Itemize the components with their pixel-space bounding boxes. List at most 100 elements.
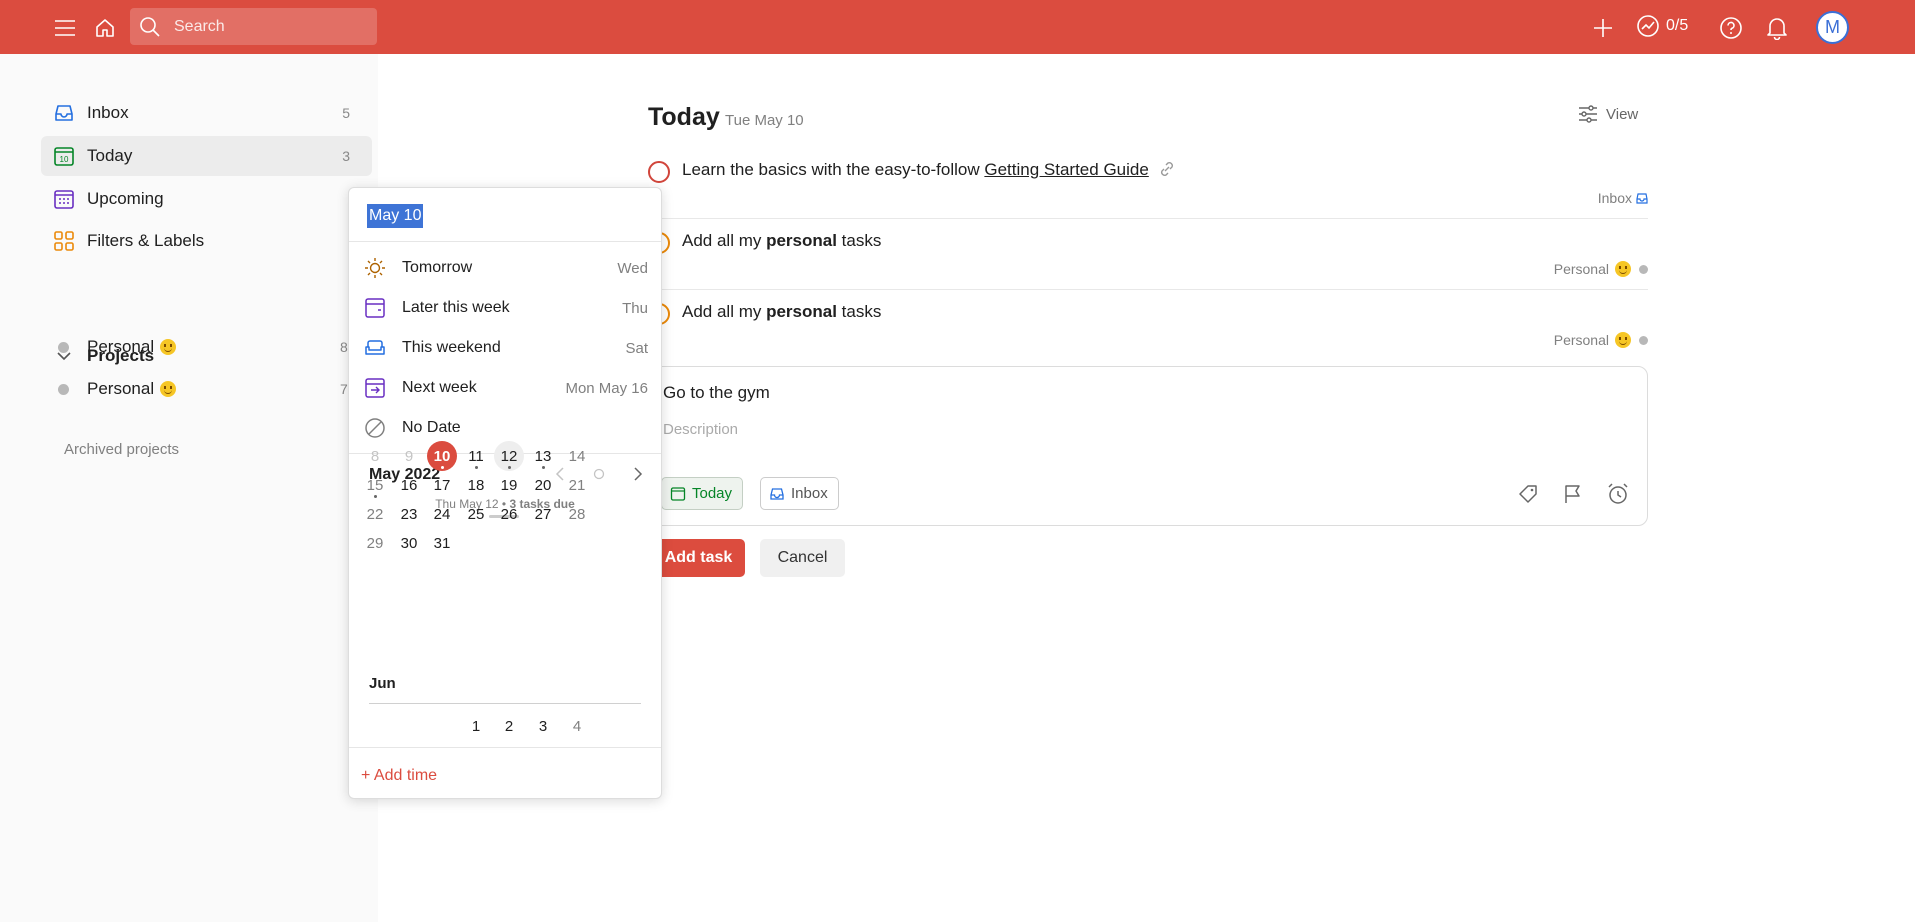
- page-date: Tue May 10: [725, 112, 804, 129]
- project-color-dot: [1639, 264, 1648, 274]
- suggestion-label: This weekend: [402, 339, 501, 356]
- page-title: Today: [648, 103, 720, 131]
- productivity-button[interactable]: 0/5: [1636, 14, 1688, 38]
- divider: [349, 241, 661, 242]
- archived-projects-link[interactable]: Archived projects: [64, 441, 179, 458]
- calendar-day[interactable]: 11: [461, 441, 491, 471]
- calendar-icon: [670, 486, 686, 501]
- label-icon[interactable]: [1515, 481, 1541, 507]
- cancel-button[interactable]: Cancel: [760, 539, 845, 577]
- task-content: Add all my personal tasks: [682, 302, 881, 322]
- project-chip-label: Inbox: [791, 485, 828, 502]
- date-input[interactable]: May 10: [367, 201, 424, 231]
- calendar-day[interactable]: 16: [394, 470, 424, 500]
- divider: [369, 703, 641, 704]
- calendar-day[interactable]: 27: [528, 499, 558, 529]
- avatar[interactable]: M: [1816, 11, 1849, 44]
- calendar-day[interactable]: 19: [494, 470, 524, 500]
- task-project: Inbox: [1598, 190, 1648, 206]
- calendar-week-icon: [364, 297, 386, 319]
- description-input[interactable]: Description: [663, 421, 738, 438]
- calendar-grid-icon: [53, 188, 75, 210]
- calendar-day[interactable]: 8: [360, 441, 390, 471]
- add-icon[interactable]: [1589, 14, 1617, 42]
- calendar-day[interactable]: 14: [562, 441, 592, 471]
- calendar-day[interactable]: 12: [494, 441, 524, 471]
- project-count: 8: [340, 339, 348, 355]
- suggestion-day: Wed: [617, 259, 648, 277]
- chevron-right-icon[interactable]: [628, 464, 648, 484]
- calendar-day[interactable]: 9: [394, 441, 424, 471]
- calendar-day[interactable]: 3: [528, 711, 558, 741]
- search-icon: [140, 17, 160, 37]
- sidebar-project[interactable]: Personal 7: [58, 379, 348, 399]
- task-checkbox[interactable]: [648, 161, 670, 183]
- inbox-icon: [770, 487, 784, 500]
- project-chip[interactable]: Inbox: [760, 477, 839, 510]
- bell-icon[interactable]: [1763, 14, 1791, 42]
- getting-started-link[interactable]: Getting Started Guide: [984, 160, 1148, 179]
- calendar-day[interactable]: 2: [494, 711, 524, 741]
- add-time-button[interactable]: + Add time: [361, 767, 437, 785]
- calendar-day[interactable]: 29: [360, 528, 390, 558]
- calendar-day[interactable]: 1: [461, 711, 491, 741]
- calendar-day[interactable]: 13: [528, 441, 558, 471]
- no-date-icon: [364, 417, 386, 439]
- sidebar-item-today[interactable]: 10 Today 3: [41, 136, 372, 176]
- calendar-day[interactable]: 24: [427, 499, 457, 529]
- suggestion-day: Mon May 16: [565, 379, 648, 397]
- calendar-today-icon: 10: [53, 145, 75, 167]
- calendar-day[interactable]: 30: [394, 528, 424, 558]
- sidebar-item-upcoming[interactable]: Upcoming: [41, 179, 372, 219]
- alarm-icon[interactable]: [1605, 481, 1631, 507]
- date-input-value: May 10: [367, 204, 424, 228]
- svg-text:10: 10: [60, 155, 69, 164]
- calendar-day[interactable]: 28: [562, 499, 592, 529]
- task-indicator-dot: [542, 466, 545, 469]
- inbox-icon: [53, 102, 75, 124]
- help-icon[interactable]: [1717, 14, 1745, 42]
- flag-icon[interactable]: [1560, 481, 1586, 507]
- sidebar-project[interactable]: Personal 8: [58, 337, 348, 357]
- smile-emoji-icon: [1615, 332, 1631, 348]
- suggestion-later-this-week[interactable]: Later this week Thu: [364, 293, 648, 323]
- calendar-day[interactable]: 18: [461, 470, 491, 500]
- date-picker-popup: May 10 Tomorrow Wed Later this week Thu …: [348, 187, 662, 799]
- view-button[interactable]: View: [1578, 104, 1638, 124]
- couch-icon: [364, 337, 386, 359]
- smile-emoji-icon: [160, 381, 177, 397]
- task-text: Learn the basics with the easy-to-follow: [682, 160, 985, 179]
- calendar-day[interactable]: 17: [427, 470, 457, 500]
- task-text: tasks: [836, 231, 882, 250]
- search-placeholder: Search: [174, 17, 225, 35]
- circle-today-icon[interactable]: [589, 464, 609, 484]
- calendar-day[interactable]: 26: [494, 499, 524, 529]
- menu-icon[interactable]: [51, 14, 79, 42]
- task-indicator-dot: [508, 466, 511, 469]
- calendar-day[interactable]: 22: [360, 499, 390, 529]
- suggestion-tomorrow[interactable]: Tomorrow Wed: [364, 253, 648, 283]
- calendar-day[interactable]: 10: [427, 441, 457, 471]
- suggestion-no-date[interactable]: No Date: [364, 413, 648, 443]
- calendar-day[interactable]: 20: [528, 470, 558, 500]
- calendar-day[interactable]: 31: [427, 528, 457, 558]
- sidebar-item-inbox[interactable]: Inbox 5: [41, 93, 372, 133]
- calendar-day[interactable]: 21: [562, 470, 592, 500]
- add-task-button[interactable]: Add task: [652, 539, 745, 577]
- task-text: Add all my: [682, 231, 767, 250]
- calendar-day[interactable]: 4: [562, 711, 592, 741]
- due-date-chip[interactable]: Today: [661, 477, 744, 510]
- task-project: Personal: [1554, 332, 1648, 348]
- search-input[interactable]: Search: [130, 8, 377, 45]
- suggestion-next-week[interactable]: Next week Mon May 16: [364, 373, 648, 403]
- calendar-day[interactable]: 23: [394, 499, 424, 529]
- task-name-input[interactable]: Go to the gym: [663, 383, 770, 403]
- project-color-dot: [1639, 335, 1648, 345]
- suggestion-this-weekend[interactable]: This weekend Sat: [364, 333, 648, 363]
- calendar-day[interactable]: 25: [461, 499, 491, 529]
- calendar-day[interactable]: 15: [360, 470, 390, 500]
- home-icon[interactable]: [91, 14, 119, 42]
- task-text: Add all my: [682, 302, 767, 321]
- divider: [349, 747, 661, 748]
- sidebar-item-filters-labels[interactable]: Filters & Labels: [41, 221, 372, 261]
